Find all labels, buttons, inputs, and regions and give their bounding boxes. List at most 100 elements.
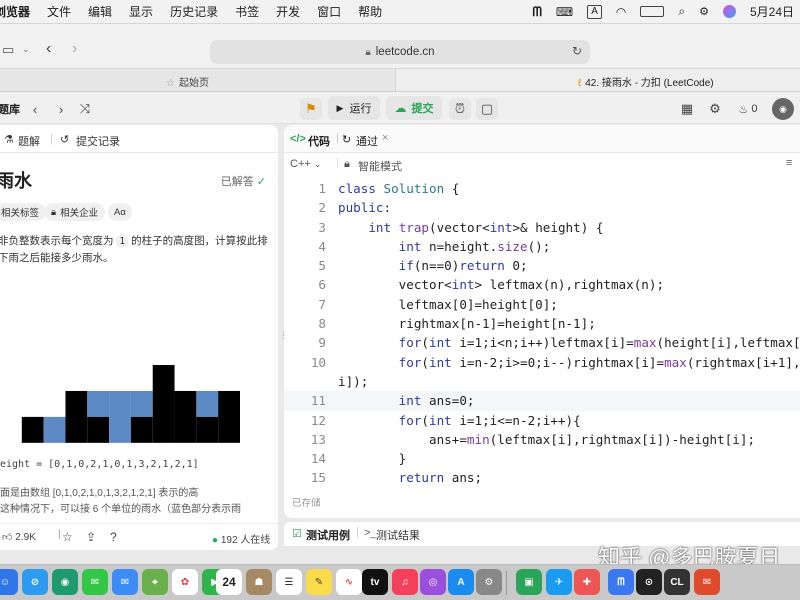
status-app-icon[interactable]: ᗰ — [532, 4, 541, 20]
tab-testcase[interactable]: 测试用例 — [306, 527, 350, 543]
music-icon[interactable]: ♫ — [392, 569, 418, 595]
battery-icon[interactable] — [640, 6, 665, 17]
finder-icon[interactable]: ☺ — [0, 569, 18, 595]
next-problem-icon[interactable]: › — [50, 98, 72, 120]
font-size-button[interactable]: Aα — [108, 203, 132, 221]
url-text[interactable]: leetcode.cn — [376, 46, 435, 58]
like-button[interactable]: 👍︎ 2.9K — [2, 531, 36, 543]
code-editor[interactable]: 1 class Solution {2 public: 3 int trap(vect… — [284, 179, 800, 488]
forward-icon[interactable]: › — [72, 40, 77, 58]
avatar[interactable]: ◉ — [772, 98, 794, 120]
share-icon[interactable]: ⇪ — [86, 530, 96, 544]
keyboard-icon[interactable]: ⌨ — [556, 5, 573, 19]
code-line[interactable]: 6 vector<int> leftmax(n),rightmax(n); — [284, 275, 800, 294]
search-icon[interactable]: ⌕ — [678, 4, 685, 19]
code-line[interactable]: 7 leftmax[0]=height[0]; — [284, 295, 800, 314]
app-icon-6[interactable]: ✉ — [694, 569, 720, 595]
smart-mode-toggle[interactable]: 智能模式 — [358, 158, 402, 174]
siri-icon[interactable] — [722, 5, 736, 18]
mail-icon[interactable]: ✉ — [112, 569, 138, 595]
menu-app-name[interactable]: 浏览器 — [0, 3, 30, 20]
address-bar[interactable]: 🔒︎ leetcode.cn ↻ — [210, 40, 590, 64]
tab-start-page[interactable]: ☆ 起始页 — [166, 74, 209, 89]
app-icon-5[interactable]: ⊙ — [636, 569, 662, 595]
run-button[interactable]: ▶ 运行 — [328, 96, 380, 120]
podcasts-icon[interactable]: ◎ — [420, 569, 446, 595]
notes-icon[interactable]: ▢ — [476, 98, 498, 120]
app-icon-4[interactable]: ᗰ — [608, 569, 634, 595]
messages-icon[interactable]: ✉ — [82, 569, 108, 595]
code-text[interactable]: return ans; — [338, 468, 482, 487]
app-store-icon[interactable]: A — [448, 569, 474, 595]
code-text[interactable]: int trap(vector<int>& height) { — [338, 218, 603, 237]
maps-icon[interactable]: ⌖ — [142, 569, 168, 595]
menu-history[interactable]: 历史记录 — [170, 3, 218, 20]
tab-code[interactable]: 代码 — [308, 133, 330, 149]
submit-button[interactable]: ☁ 提交 — [386, 96, 442, 120]
back-icon[interactable]: ‹ — [46, 40, 51, 58]
tab-leetcode[interactable]: ℓ 42. 接雨水 - 力扣 (LeetCode) — [578, 74, 714, 89]
close-tab-icon[interactable]: × — [382, 132, 388, 144]
notes-app-icon[interactable]: ✎ — [306, 569, 332, 595]
menu-file[interactable]: 文件 — [47, 3, 71, 20]
sidebar-toggle-icon[interactable]: ▭ — [2, 42, 14, 58]
system-settings-icon[interactable]: ⚙ — [476, 569, 502, 595]
contacts-icon[interactable]: ☗ — [246, 569, 272, 595]
timer-icon[interactable]: ⏰︎ — [449, 98, 471, 120]
code-line[interactable]: i]); — [284, 372, 800, 391]
code-text[interactable]: int n=height.size(); — [338, 237, 551, 256]
help-icon[interactable]: ? — [110, 530, 117, 544]
code-line[interactable]: 11 int ans=0; — [284, 391, 800, 411]
menu-window[interactable]: 窗口 — [317, 3, 341, 20]
input-source-icon[interactable]: A — [587, 4, 602, 19]
code-text[interactable]: vector<int> leftmax(n),rightmax(n); — [338, 275, 664, 294]
code-text[interactable]: } — [338, 449, 407, 468]
shuffle-icon[interactable]: ⤨ — [74, 98, 96, 120]
code-text[interactable]: if(n==0)return 0; — [338, 256, 528, 275]
code-text[interactable]: for(int i=n-2;i>=0;i--)rightmax[i]=max(r… — [338, 353, 800, 372]
code-text[interactable]: ans+=min(leftmax[i],rightmax[i])-height[… — [338, 430, 755, 449]
layout-icon[interactable]: ▦ — [676, 98, 698, 120]
freeform-icon[interactable]: ∿ — [336, 569, 362, 595]
code-line[interactable]: 2 public: — [284, 198, 800, 217]
code-line[interactable]: 3 int trap(vector<int>& height) { — [284, 218, 800, 237]
reminders-icon[interactable]: ☰ — [276, 569, 302, 595]
code-line[interactable]: 12 for(int i=1;i<=n-2;i++){ — [284, 411, 800, 430]
app-icon-1[interactable]: ▣ — [516, 569, 542, 595]
calendar-icon[interactable]: 24 — [216, 569, 242, 595]
panel-splitter[interactable]: ⋮ — [279, 330, 288, 344]
menu-help[interactable]: 帮助 — [358, 3, 382, 20]
menu-develop[interactable]: 开发 — [276, 3, 300, 20]
code-text[interactable]: class Solution { — [338, 179, 459, 198]
star-icon[interactable]: ☆ — [62, 530, 73, 544]
tab-solutions[interactable]: 题解 — [18, 133, 40, 149]
code-text[interactable]: public: — [338, 198, 391, 217]
tv-icon[interactable]: tv — [362, 569, 388, 595]
code-line[interactable]: 1 class Solution { — [284, 179, 800, 198]
code-text[interactable]: rightmax[n-1]=height[n-1]; — [338, 314, 596, 333]
related-companies-button[interactable]: 🔒︎ 相关企业 — [44, 203, 106, 221]
code-line[interactable]: 4 int n=height.size(); — [284, 237, 800, 256]
related-tags-button[interactable]: 相关标签 — [0, 203, 47, 221]
tab-submissions[interactable]: 提交记录 — [76, 133, 120, 149]
menu-bookmarks[interactable]: 书签 — [235, 3, 259, 20]
prev-problem-icon[interactable]: ‹ — [24, 98, 46, 120]
code-line[interactable]: 5 if(n==0)return 0; — [284, 256, 800, 275]
language-select[interactable]: C++ ⌄ — [290, 158, 321, 170]
clion-icon[interactable]: CL — [664, 569, 690, 595]
code-line[interactable]: 8 rightmax[n-1]=height[n-1]; — [284, 314, 800, 333]
wifi-icon[interactable]: ◠ — [616, 5, 626, 19]
menu-icon[interactable]: ≡ — [786, 157, 792, 169]
menu-view[interactable]: 显示 — [129, 3, 153, 20]
chevron-down-icon[interactable]: ⌄ — [22, 44, 30, 55]
control-center-icon[interactable]: ⚙ — [699, 5, 709, 18]
clock-date[interactable]: 5月24日 — [750, 3, 794, 20]
code-line[interactable]: 9 for(int i=1;i<n;i++)leftmax[i]=max(hei… — [284, 333, 800, 352]
code-line[interactable]: 10 for(int i=n-2;i>=0;i--)rightmax[i]=ma… — [284, 353, 800, 372]
app-icon-3[interactable]: ✚ — [574, 569, 600, 595]
code-text[interactable]: for(int i=1;i<=n-2;i++){ — [338, 411, 581, 430]
settings-gear-icon[interactable]: ⚙ — [704, 98, 726, 120]
tab-test-result[interactable]: 测试结果 — [376, 527, 420, 543]
code-text[interactable]: i]); — [338, 372, 368, 391]
points-badge[interactable]: ♨ 0 — [732, 98, 764, 120]
